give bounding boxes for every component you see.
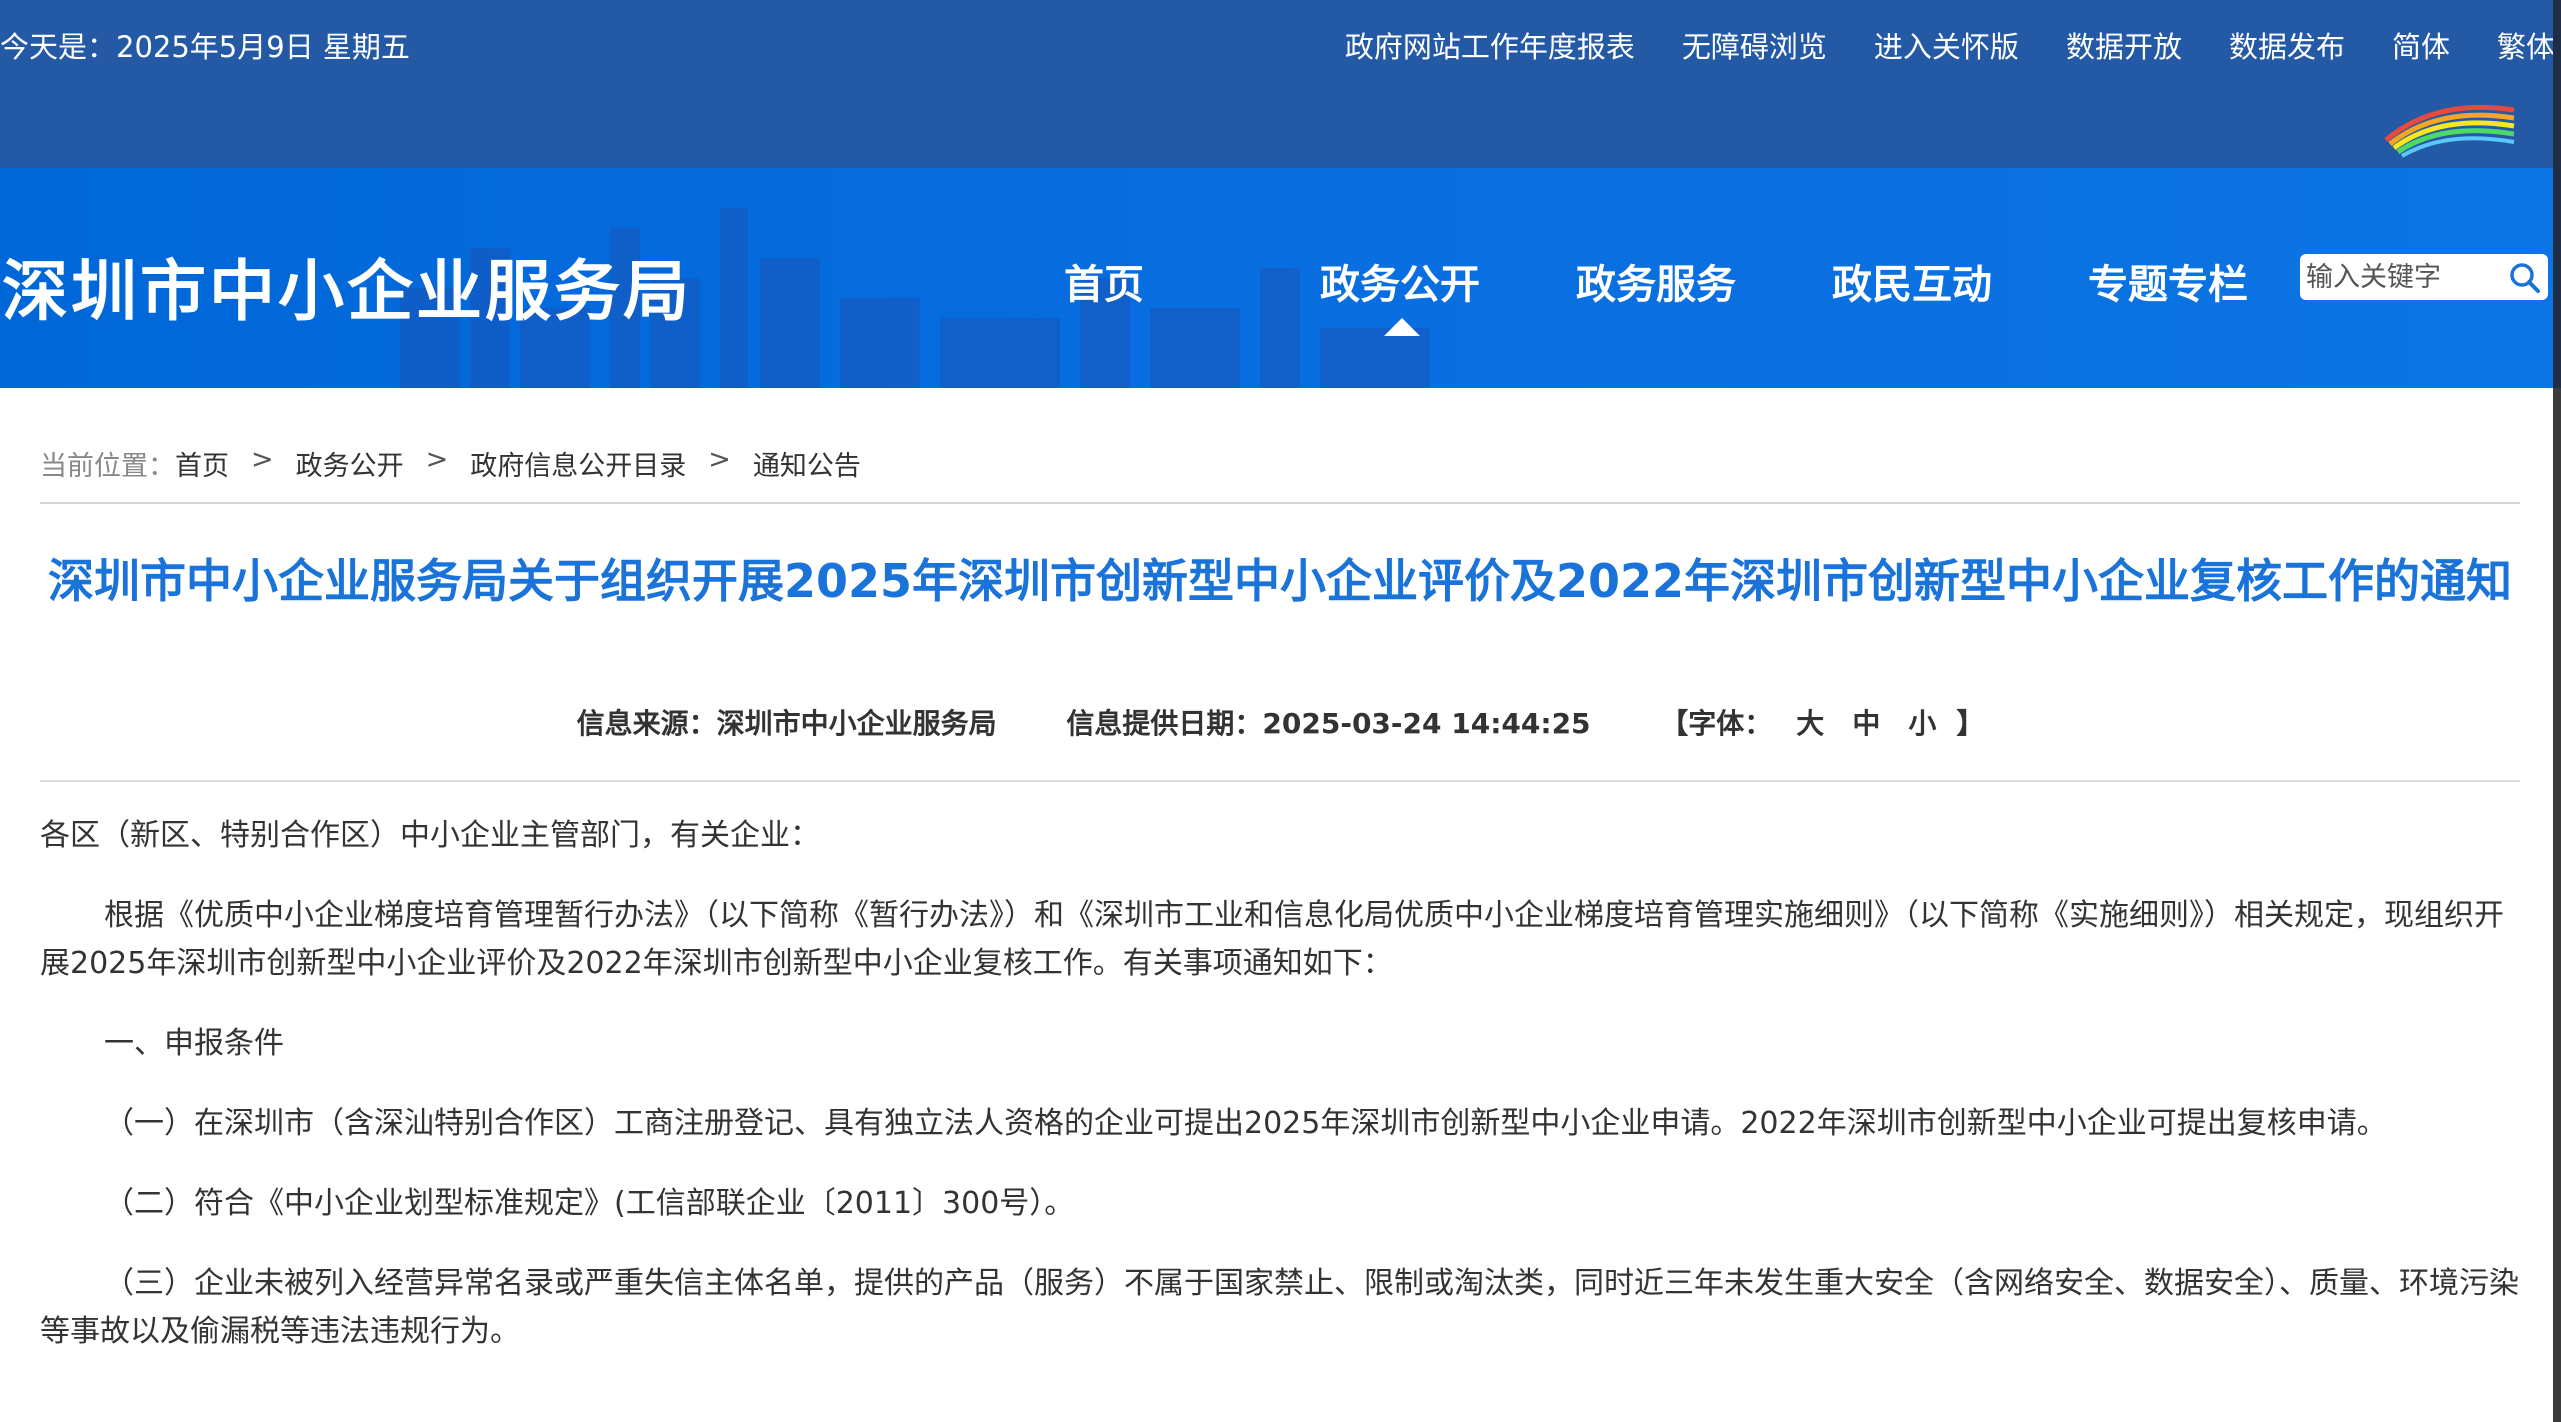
breadcrumb-separator: >	[251, 444, 274, 475]
breadcrumb-gov-open[interactable]: 政务公开	[296, 444, 404, 483]
top-utility-bar: 今天是：2025年5月9日 星期五 政府网站工作年度报表 无障碍浏览 进入关怀版…	[0, 0, 2561, 168]
nav-gov-affairs-open[interactable]: 政务公开	[1320, 252, 1576, 310]
page-scrollbar[interactable]	[2553, 388, 2561, 1422]
salutation: 各区（新区、特别合作区）中小企业主管部门，有关企业：	[40, 818, 820, 853]
site-title[interactable]: 深圳市中小企业服务局	[2, 238, 692, 334]
body-paragraph: （二）符合《中小企业划型标准规定》(工信部联企业〔2011〕300号）。	[104, 1186, 1075, 1221]
divider	[40, 780, 2520, 782]
link-data-release[interactable]: 数据发布	[2229, 24, 2345, 66]
breadcrumb-label: 当前位置：	[40, 451, 175, 482]
link-care-version[interactable]: 进入关怀版	[1874, 24, 2019, 66]
link-accessibility[interactable]: 无障碍浏览	[1682, 24, 1827, 66]
font-size-label: 【字体：	[1660, 707, 1773, 740]
info-date: 信息提供日期：2025-03-24 14:44:25	[1066, 707, 1591, 740]
font-size-close: 】	[1956, 707, 1985, 740]
active-nav-caret-icon	[1384, 318, 1420, 336]
nav-gov-services[interactable]: 政务服务	[1576, 252, 1832, 310]
section-heading: 一、申报条件	[104, 1026, 284, 1061]
article-meta: 信息来源：深圳市中小企业服务局 信息提供日期：2025-03-24 14:44:…	[0, 702, 2561, 742]
shenzhen-gov-logo[interactable]	[2376, 88, 2518, 158]
search-input[interactable]	[2306, 258, 2496, 296]
font-size-control: 【字体： 大中小】	[1660, 707, 1984, 740]
main-nav: 首页 政务公开 政务服务 政民互动 专题专栏	[1064, 252, 2344, 310]
link-data-open[interactable]: 数据开放	[2066, 24, 2182, 66]
font-size-small[interactable]: 小	[1908, 707, 1936, 740]
breadcrumb: 当前位置： 首页 > 政务公开 > 政府信息公开目录 > 通知公告	[40, 444, 861, 483]
current-date: 今天是：2025年5月9日 星期五	[0, 30, 410, 64]
info-source: 信息来源：深圳市中小企业服务局	[576, 707, 997, 740]
search-box	[2300, 254, 2548, 300]
body-paragraph: （一）在深圳市（含深汕特别合作区）工商注册登记、具有独立法人资格的企业可提出20…	[104, 1106, 2387, 1141]
breadcrumb-directory[interactable]: 政府信息公开目录	[470, 444, 686, 483]
article-title: 深圳市中小企业服务局关于组织开展2025年深圳市创新型中小企业评价及2022年深…	[47, 554, 2513, 608]
nav-interaction[interactable]: 政民互动	[1832, 252, 2088, 310]
nav-home[interactable]: 首页	[1064, 252, 1320, 310]
link-traditional[interactable]: 繁体	[2497, 24, 2555, 66]
font-size-medium[interactable]: 中	[1852, 707, 1880, 740]
search-icon[interactable]	[2506, 259, 2542, 295]
body-paragraph: （三）企业未被列入经营异常名录或严重失信主体名单，提供的产品（服务）不属于国家禁…	[40, 1266, 2519, 1349]
breadcrumb-notices[interactable]: 通知公告	[753, 444, 861, 483]
divider	[40, 502, 2520, 504]
breadcrumb-separator: >	[425, 444, 449, 475]
window-edge	[2553, 0, 2561, 388]
top-links: 政府网站工作年度报表 无障碍浏览 进入关怀版 数据开放 数据发布 简体 繁体	[1345, 24, 2555, 66]
link-annual-report[interactable]: 政府网站工作年度报表	[1345, 24, 1635, 66]
font-size-large[interactable]: 大	[1796, 707, 1824, 740]
body-paragraph: 根据《优质中小企业梯度培育管理暂行办法》（以下简称《暂行办法》）和《深圳市工业和…	[40, 898, 2504, 981]
site-header: 深圳市中小企业服务局 首页 政务公开 政务服务 政民互动 专题专栏	[0, 168, 2561, 388]
link-simplified[interactable]: 简体	[2392, 24, 2450, 66]
article-body: 各区（新区、特别合作区）中小企业主管部门，有关企业： 根据《优质中小企业梯度培育…	[40, 812, 2522, 1388]
breadcrumb-home[interactable]: 首页	[175, 444, 229, 483]
breadcrumb-separator: >	[708, 444, 731, 475]
